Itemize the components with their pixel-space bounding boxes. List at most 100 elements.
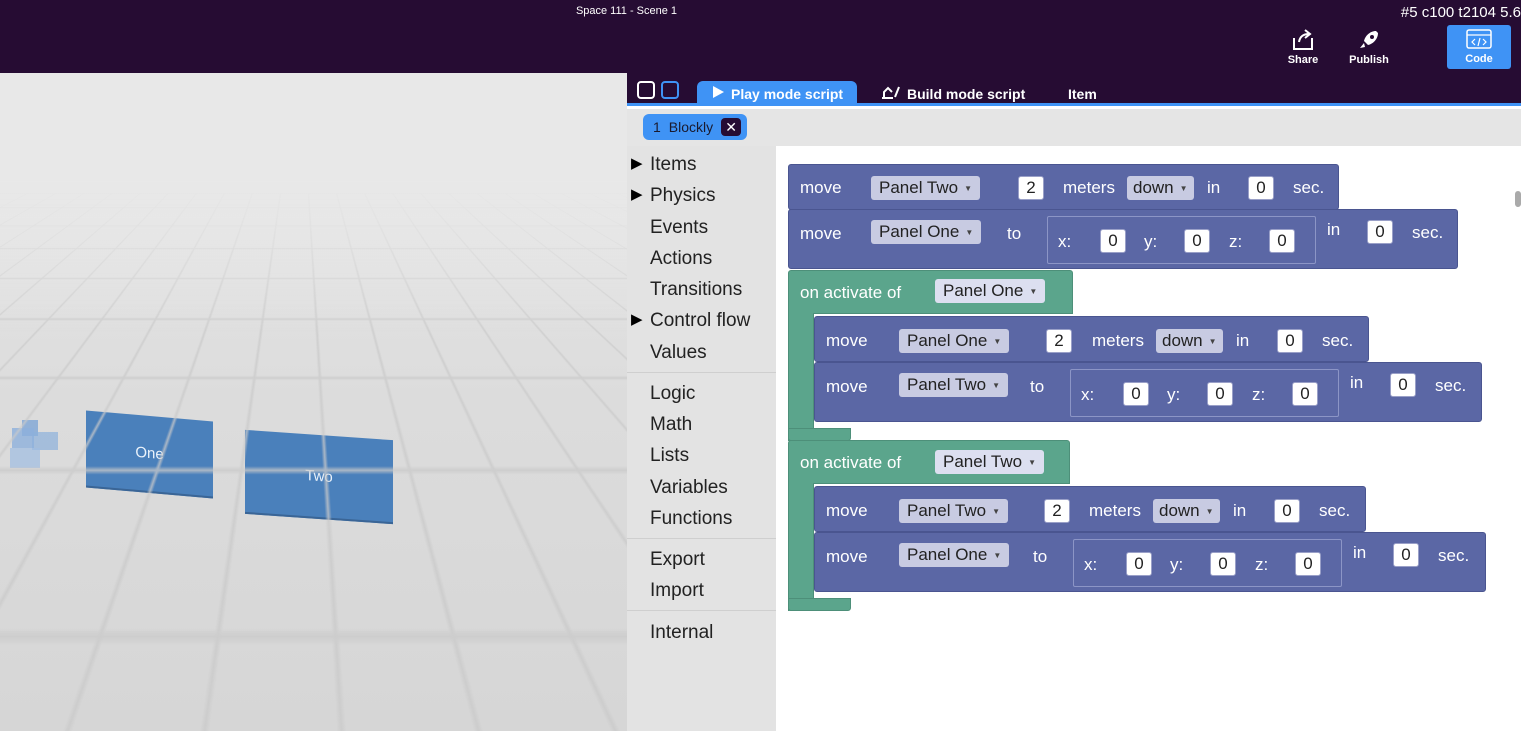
close-icon[interactable]: ✕ bbox=[721, 118, 742, 136]
sec-label: sec. bbox=[1412, 223, 1444, 242]
x-label: x: bbox=[1058, 232, 1072, 251]
move-label: move bbox=[800, 178, 842, 197]
move-to-block[interactable]: move Panel Two ▼ to x: 0 y: 0 z: 0 in 0 s… bbox=[814, 362, 1482, 422]
number-input[interactable]: 2 bbox=[1044, 499, 1070, 523]
script-tabbar: Play mode script Build mode script Item bbox=[627, 73, 1521, 106]
x-input[interactable]: 0 bbox=[1100, 229, 1126, 253]
publish-button[interactable]: Publish bbox=[1339, 26, 1399, 70]
stats-readout: #5 c100 t2104 5.6 bbox=[1400, 4, 1521, 21]
in-label: in bbox=[1327, 220, 1341, 239]
object-dropdown[interactable]: Panel Two ▼ bbox=[899, 373, 1008, 397]
number-input[interactable]: 2 bbox=[1018, 176, 1044, 200]
dropdown-value: Panel One bbox=[879, 222, 960, 241]
move-to-block[interactable]: move Panel One ▼ to x: 0 y: 0 z: 0 in 0 s… bbox=[814, 532, 1486, 592]
code-button[interactable]: Code bbox=[1447, 25, 1511, 69]
object-dropdown[interactable]: Panel One ▼ bbox=[899, 329, 1010, 353]
script-chip[interactable]: 1 Blockly ✕ bbox=[643, 114, 748, 140]
on-activate-block[interactable]: on activate of Panel Two ▼ bbox=[788, 440, 1070, 484]
object-dropdown[interactable]: Panel One ▼ bbox=[935, 279, 1046, 303]
sec-label: sec. bbox=[1438, 546, 1470, 565]
object-dropdown[interactable]: Panel Two ▼ bbox=[871, 176, 980, 200]
layout-split-icon[interactable] bbox=[637, 81, 655, 99]
number-input[interactable]: 0 bbox=[1393, 543, 1419, 567]
y-input[interactable]: 0 bbox=[1184, 229, 1210, 253]
object-dropdown[interactable]: Panel One ▼ bbox=[899, 543, 1010, 567]
scene-viewport[interactable]: One Two bbox=[0, 73, 627, 731]
number-input[interactable]: 0 bbox=[1274, 499, 1300, 523]
code-editor: Play mode script Build mode script Item … bbox=[627, 73, 1521, 731]
toolbox-transitions[interactable]: Transitions bbox=[650, 279, 742, 301]
z-input[interactable]: 0 bbox=[1269, 229, 1295, 253]
toolbox-logic[interactable]: Logic bbox=[650, 383, 695, 405]
dropdown-value: Panel One bbox=[907, 545, 988, 564]
script-name: Blockly bbox=[668, 119, 714, 135]
toolbox-math[interactable]: Math bbox=[650, 414, 692, 436]
direction-dropdown[interactable]: down ▼ bbox=[1153, 499, 1220, 523]
toolbox-control-flow[interactable]: Control flow bbox=[650, 310, 750, 332]
direction-dropdown[interactable]: down ▼ bbox=[1127, 176, 1194, 200]
toolbox-variables[interactable]: Variables bbox=[650, 477, 728, 499]
layout-panel-icon[interactable] bbox=[661, 81, 679, 99]
tab-build-label: Build mode script bbox=[907, 85, 1026, 102]
to-label: to bbox=[1033, 547, 1048, 566]
x-input[interactable]: 0 bbox=[1123, 382, 1149, 406]
dropdown-value: down bbox=[1133, 178, 1174, 197]
y-input[interactable]: 0 bbox=[1210, 552, 1236, 576]
number-input[interactable]: 0 bbox=[1390, 373, 1416, 397]
dropdown-value: down bbox=[1162, 331, 1203, 350]
workspace-scrollbar[interactable] bbox=[1515, 191, 1521, 207]
move-label: move bbox=[826, 547, 868, 566]
toolbox-internal[interactable]: Internal bbox=[650, 622, 713, 644]
toolbox-values[interactable]: Values bbox=[650, 342, 707, 364]
layout-toggles bbox=[637, 81, 679, 99]
z-label: z: bbox=[1255, 555, 1269, 574]
tab-play-mode-script[interactable]: Play mode script bbox=[697, 81, 858, 106]
panel-one-object[interactable]: One bbox=[86, 410, 213, 499]
x-input[interactable]: 0 bbox=[1126, 552, 1152, 576]
expand-arrow-icon[interactable]: ▶ bbox=[631, 185, 643, 203]
on-activate-label: on activate of bbox=[800, 453, 902, 472]
xyz-vector: x: 0 y: 0 z: 0 bbox=[1073, 539, 1342, 587]
number-input[interactable]: 0 bbox=[1277, 329, 1303, 353]
move-block[interactable]: move Panel Two ▼ 2 meters down ▼ in 0 sec. bbox=[814, 486, 1366, 532]
object-dropdown[interactable]: Panel Two ▼ bbox=[935, 450, 1044, 474]
on-activate-block[interactable]: on activate of Panel One ▼ bbox=[788, 270, 1073, 314]
tab-build-mode-script[interactable]: Build mode script bbox=[867, 81, 1039, 106]
share-button[interactable]: Share bbox=[1273, 26, 1333, 70]
in-label: in bbox=[1233, 501, 1247, 520]
number-input[interactable]: 0 bbox=[1248, 176, 1274, 200]
toolbox-physics[interactable]: Physics bbox=[650, 185, 715, 207]
object-dropdown[interactable]: Panel One ▼ bbox=[871, 220, 982, 244]
panel-two-object[interactable]: Two bbox=[245, 429, 393, 525]
number-input[interactable]: 0 bbox=[1367, 220, 1393, 244]
expand-arrow-icon[interactable]: ▶ bbox=[631, 154, 643, 172]
toolbox-functions[interactable]: Functions bbox=[650, 508, 732, 530]
y-input[interactable]: 0 bbox=[1207, 382, 1233, 406]
caret-down-icon: ▼ bbox=[1205, 506, 1214, 516]
tab-item[interactable]: Item bbox=[1054, 81, 1111, 106]
z-input[interactable]: 0 bbox=[1295, 552, 1321, 576]
toolbox-events[interactable]: Events bbox=[650, 217, 708, 239]
toolbox-lists[interactable]: Lists bbox=[650, 445, 689, 467]
panel-one-label: One bbox=[135, 443, 164, 464]
toolbox-export[interactable]: Export bbox=[650, 549, 705, 571]
in-label: in bbox=[1350, 373, 1364, 392]
move-block[interactable]: move Panel One ▼ 2 meters down ▼ in 0 sec. bbox=[814, 316, 1369, 362]
z-label: z: bbox=[1252, 385, 1266, 404]
dropdown-value: Panel Two bbox=[943, 452, 1023, 471]
object-dropdown[interactable]: Panel Two ▼ bbox=[899, 499, 1008, 523]
caret-down-icon: ▼ bbox=[1028, 457, 1036, 467]
toolbox-actions[interactable]: Actions bbox=[650, 248, 712, 270]
move-to-block[interactable]: move Panel One ▼ to x: 0 y: 0 z: 0 in 0 s… bbox=[788, 209, 1458, 269]
move-block[interactable]: move Panel Two ▼ 2 meters down ▼ in 0 sec. bbox=[788, 164, 1339, 210]
toolbox-divider bbox=[627, 538, 776, 539]
direction-dropdown[interactable]: down ▼ bbox=[1156, 329, 1223, 353]
number-input[interactable]: 2 bbox=[1046, 329, 1072, 353]
toolbox-items[interactable]: Items bbox=[650, 154, 696, 176]
toolbox-import[interactable]: Import bbox=[650, 580, 704, 602]
z-input[interactable]: 0 bbox=[1292, 382, 1318, 406]
toolbox-divider bbox=[627, 610, 776, 611]
blockly-workspace[interactable]: move Panel Two ▼ 2 meters down ▼ in 0 sec.… bbox=[776, 146, 1521, 731]
expand-arrow-icon[interactable]: ▶ bbox=[631, 310, 643, 328]
blockly-toolbox: ▶ Items ▶ Physics Events Actions Transit… bbox=[627, 146, 776, 731]
